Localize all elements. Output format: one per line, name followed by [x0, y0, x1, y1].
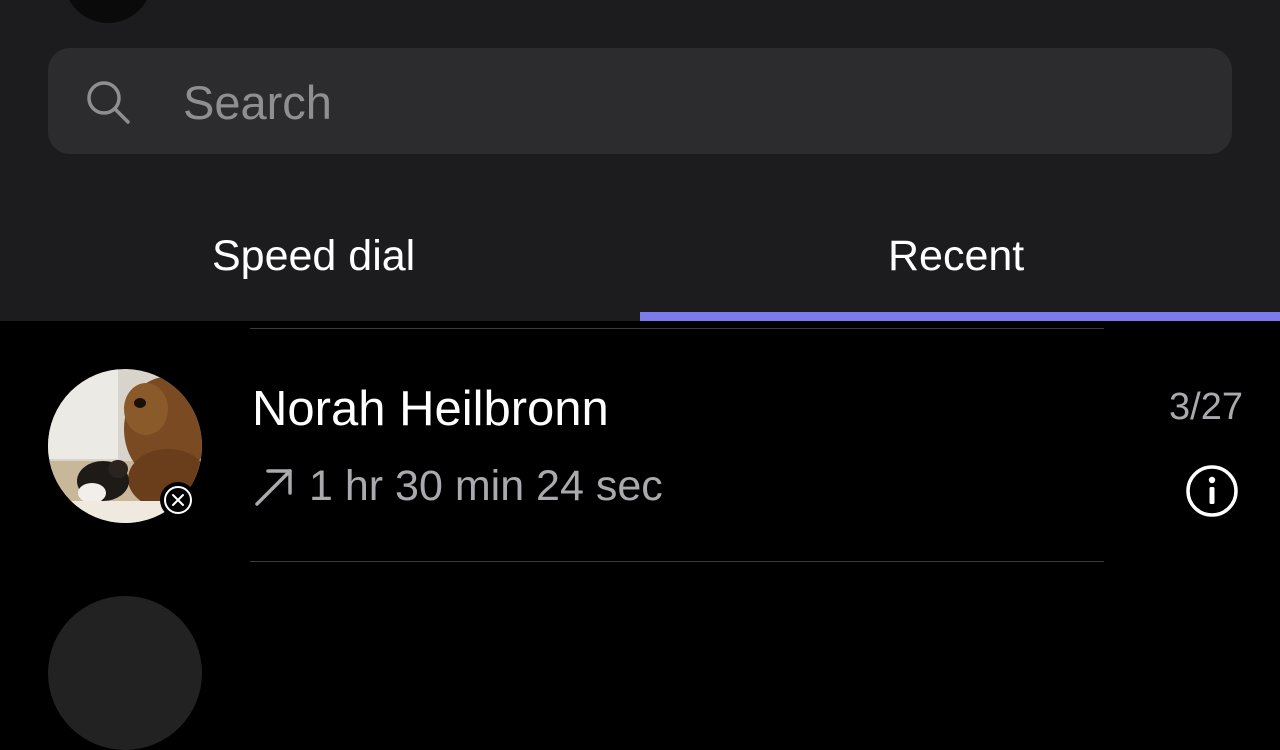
calls-header: Calls Search Speed dial Recent: [0, 0, 1280, 321]
selected-tab-indicator: [640, 312, 1280, 321]
search-icon: [87, 81, 130, 124]
tab-recent[interactable]: Recent: [888, 232, 1024, 280]
search-input[interactable]: Search: [183, 78, 332, 128]
info-icon[interactable]: [1185, 464, 1239, 518]
contact-name: Norah Heilbronn: [252, 382, 609, 436]
remove-contact-icon[interactable]: [160, 482, 196, 518]
list-divider: [250, 561, 1104, 562]
profile-avatar[interactable]: [64, 0, 152, 23]
page-title: Calls: [190, 0, 329, 8]
contact-avatar[interactable]: [48, 596, 202, 750]
outgoing-arrow-icon: [255, 469, 292, 506]
call-duration: 1 hr 30 min 24 sec: [309, 462, 663, 510]
tab-speed-dial[interactable]: Speed dial: [212, 232, 415, 280]
list-divider: [250, 328, 1104, 329]
call-date: 3/27: [1169, 386, 1243, 428]
